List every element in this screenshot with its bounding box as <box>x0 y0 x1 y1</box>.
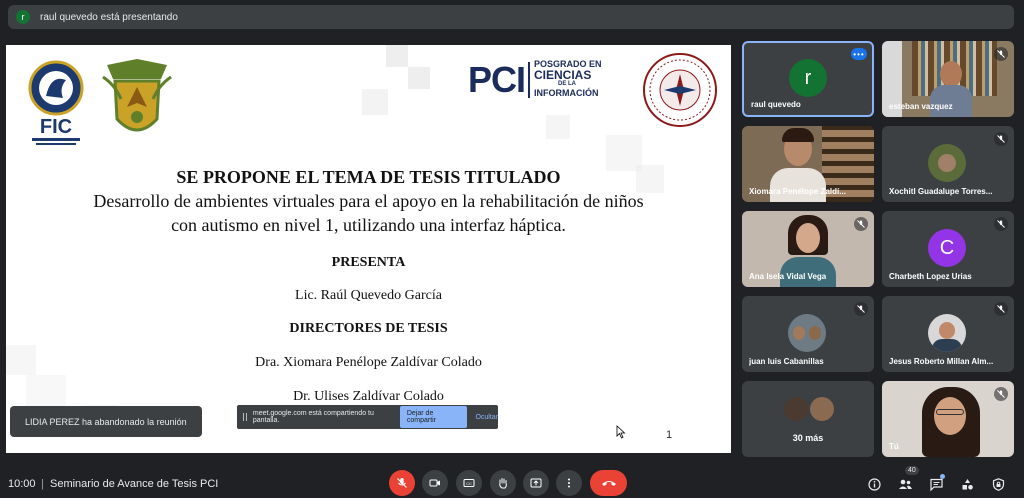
slide-heading: SE PROPONE EL TEMA DE TESIS TITULADO <box>176 167 561 187</box>
participant-photo <box>788 314 826 352</box>
fic-logo: FIC <box>28 60 84 145</box>
present-icon <box>530 478 542 488</box>
more-options-icon[interactable]: ••• <box>851 48 867 60</box>
participant-name: Xiomara Penélope Zaldí... <box>749 187 846 196</box>
presenta-label: PRESENTA <box>331 255 406 270</box>
shield-lock-icon <box>992 477 1004 491</box>
pci-logo: PCI POSGRADO EN CIENCIAS DE LA INFORMACI… <box>468 59 608 101</box>
svg-text:CC: CC <box>466 481 472 486</box>
participant-photo <box>928 314 966 352</box>
muted-mic-icon <box>994 132 1008 146</box>
participant-tile-others-group[interactable]: 30 más <box>742 381 874 457</box>
participant-tile-charbeth[interactable]: C Charbeth Lopez Urias <box>882 211 1014 287</box>
participant-name: esteban vazquez <box>889 102 953 111</box>
pci-logo-big: PCI <box>468 59 526 100</box>
host-controls-button[interactable] <box>990 476 1006 492</box>
university-seal-logo <box>643 53 717 127</box>
presenting-banner: r raul quevedo está presentando <box>8 5 1014 29</box>
presenter-name: Lic. Raúl Quevedo García <box>295 288 442 303</box>
video-face <box>934 397 966 435</box>
slide-title-line1: Desarrollo de ambientes virtuales para e… <box>93 191 644 211</box>
people-button[interactable] <box>897 476 913 492</box>
hang-up-icon <box>601 481 616 486</box>
meeting-details-button[interactable] <box>866 476 882 492</box>
stop-sharing-button[interactable]: Dejar de compartir <box>399 406 468 428</box>
participant-name: Ana Isela Vidal Vega <box>749 272 827 281</box>
more-options-button[interactable] <box>556 470 582 496</box>
activities-icon <box>962 478 973 490</box>
group-avatar-2 <box>810 397 834 421</box>
presenting-text: raul quevedo está presentando <box>40 11 178 23</box>
others-count: 30 más <box>792 433 824 443</box>
share-bar-text: meet.google.com está compartiendo tu pan… <box>252 410 374 424</box>
participant-photo <box>928 144 966 182</box>
pci-line4: INFORMACIÓN <box>534 88 599 98</box>
captions-icon: CC <box>463 479 475 487</box>
participant-tile-self[interactable]: Tú <box>882 381 1014 457</box>
video-face <box>940 61 962 87</box>
participant-name: Jesus Roberto Millan Alm... <box>889 357 994 366</box>
toast-text: LIDIA PEREZ ha abandonado la reunión <box>25 416 187 427</box>
slide-title-line2: con autismo en nivel 1, utilizando una i… <box>171 215 566 235</box>
director-1: Dra. Xiomara Penélope Zaldívar Colado <box>255 355 482 370</box>
participant-name: Xochitl Guadalupe Torres... <box>889 187 993 196</box>
microphone-toggle-button[interactable] <box>389 470 415 496</box>
muted-mic-icon <box>994 387 1008 401</box>
hand-icon <box>499 478 507 489</box>
participant-tile-juan-luis[interactable]: juan luis Cabanillas <box>742 296 874 372</box>
participant-name: Charbeth Lopez Urias <box>889 272 972 281</box>
muted-mic-icon <box>854 302 868 316</box>
participant-avatar: r <box>789 59 827 97</box>
clock: 10:00 <box>8 478 36 490</box>
slide-page-number: 1 <box>666 429 673 441</box>
participant-name: juan luis Cabanillas <box>749 357 824 366</box>
muted-mic-icon <box>994 217 1008 231</box>
camera-icon <box>429 479 440 487</box>
participant-tile-xiomara[interactable]: Xiomara Penélope Zaldí... <box>742 126 874 202</box>
pci-line3: DE LA <box>558 81 576 87</box>
participant-tile-jesus-roberto[interactable]: Jesus Roberto Millan Alm... <box>882 296 1014 372</box>
participant-left-toast: LIDIA PEREZ ha abandonado la reunión <box>10 406 202 437</box>
raise-hand-button[interactable] <box>490 470 516 496</box>
directors-label: DIRECTORES DE TESIS <box>289 321 448 336</box>
pci-line2: CIENCIAS <box>534 68 592 82</box>
participant-tile-esteban-vazquez[interactable]: esteban vazquez <box>882 41 1014 117</box>
meeting-title: Seminario de Avance de Tesis PCI <box>50 478 219 490</box>
muted-mic-icon <box>994 47 1008 61</box>
fic-logo-text: FIC <box>40 116 72 138</box>
shared-screen: FIC PCI POSGRADO EN CIENCIAS DE LA INFOR… <box>6 45 731 453</box>
muted-mic-icon <box>854 217 868 231</box>
director-2: Dr. Ulises Zaldívar Colado <box>293 389 444 404</box>
hide-share-bar-button[interactable]: Ocultar <box>475 414 498 421</box>
bottom-toolbar: 10:00 | Seminario de Avance de Tesis PCI… <box>0 466 1024 498</box>
chat-icon <box>929 478 943 491</box>
presenter-avatar: r <box>16 10 30 24</box>
participant-name: raul quevedo <box>751 100 801 109</box>
camera-toggle-button[interactable] <box>422 470 448 496</box>
people-count-badge: 40 <box>905 466 919 475</box>
present-screen-button[interactable] <box>523 470 549 496</box>
captions-button[interactable]: CC <box>456 470 482 496</box>
chat-notification-dot <box>940 474 945 479</box>
separator: | <box>41 478 44 490</box>
mic-off-icon <box>397 478 407 488</box>
more-vert-icon <box>568 478 570 488</box>
people-icon <box>898 479 912 489</box>
activities-button[interactable] <box>959 476 975 492</box>
participant-tile-xochitl[interactable]: Xochitl Guadalupe Torres... <box>882 126 1014 202</box>
group-avatar-1 <box>784 397 808 421</box>
mouse-cursor-icon <box>616 425 626 439</box>
info-icon <box>867 477 881 491</box>
university-shield-logo <box>102 59 172 132</box>
leave-call-button[interactable] <box>590 470 627 496</box>
muted-mic-icon <box>994 302 1008 316</box>
participant-avatar: C <box>928 229 966 267</box>
participant-tile-ana-isela[interactable]: Ana Isela Vidal Vega <box>742 211 874 287</box>
participant-tile-raul-quevedo[interactable]: r ••• raul quevedo <box>742 41 874 117</box>
drag-handle-icon[interactable] <box>243 413 247 421</box>
screen-share-bar: meet.google.com está compartiendo tu pan… <box>237 405 498 429</box>
participant-name: Tú <box>889 442 899 451</box>
